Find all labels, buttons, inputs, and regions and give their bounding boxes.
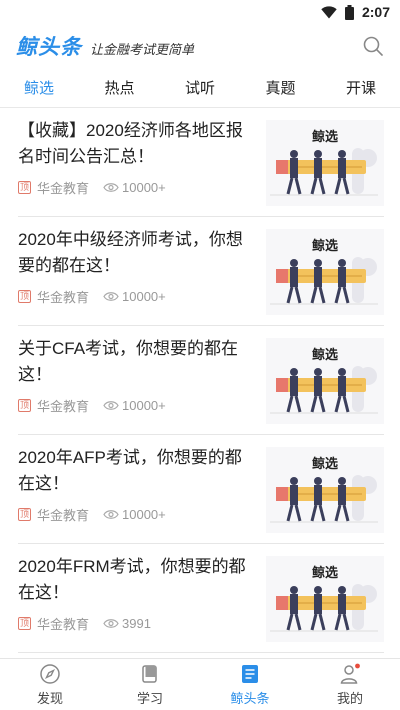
nav-study[interactable]: 学习 (100, 659, 200, 710)
nav-news-label: 鲸头条 (230, 690, 270, 706)
tab-exam-questions[interactable]: 真题 (265, 77, 295, 98)
pinned-badge-icon: 顶 (18, 399, 31, 412)
article-views: 10000+ (122, 398, 166, 413)
article-item[interactable]: 2020年中级经济师考试，你想要的都在这！ 顶华金教育 10000+ 鲸选 (18, 217, 384, 326)
article-meta: 顶华金教育 10000+ (18, 505, 166, 524)
article-source: 华金教育 (37, 508, 90, 523)
wifi-icon (321, 5, 337, 18)
article-thumbnail: 鲸选 (266, 229, 384, 315)
article-title: 2020年中级经济师考试，你想要的都在这！ (18, 230, 243, 275)
article-item[interactable]: 关于CFA考试，你想要的都在这！ 顶华金教育 10000+ 鲸选 (18, 326, 384, 435)
article-list: 【收藏】2020经济师各地区报名时间公告汇总！顶华金教育 10000+ 鲸选 2020… (0, 108, 400, 658)
compass-icon (40, 663, 60, 684)
article-thumbnail: 鲸选 (266, 120, 384, 206)
article-source: 华金教育 (37, 290, 90, 305)
article-item[interactable]: 2020年FRM考试，你想要的都在这！ 顶华金教育 3991 鲸选 (18, 544, 384, 653)
nav-study-label: 学习 (136, 690, 163, 706)
nav-profile[interactable]: 我的 (300, 659, 400, 710)
article-item[interactable]: 2020年AFP考试，你想要的都在这！ 顶华金教育 10000+ 鲸选 (18, 435, 384, 544)
nav-profile-label: 我的 (336, 690, 363, 706)
tab-hot[interactable]: 热点 (104, 77, 134, 98)
tab-trial[interactable]: 试听 (185, 77, 215, 98)
pinned-badge-icon: 顶 (18, 181, 31, 194)
search-icon[interactable] (362, 35, 384, 57)
app-slogan: 让金融考试更简单 (90, 41, 195, 57)
nav-news[interactable]: 鲸头条 (200, 659, 300, 710)
article-item[interactable]: 【收藏】2020经济师各地区报名时间公告汇总！ 顶华金教育 10000+ 鲸选 (18, 108, 384, 217)
book-icon (142, 664, 157, 683)
category-tabs: 鲸选 热点 试听 真题 开课 (0, 68, 400, 108)
article-source: 华金教育 (37, 181, 90, 196)
article-meta: 顶华金教育 10000+ (18, 396, 166, 415)
status-bar: 2:07 (0, 0, 400, 24)
article-views: 10000+ (122, 180, 166, 195)
user-icon (340, 663, 360, 684)
article-thumbnail: 鲸选 (266, 447, 384, 533)
article-title: 关于CFA考试，你想要的都在这！ (18, 339, 239, 384)
article-meta: 顶华金教育 10000+ (18, 178, 166, 197)
app-header: 鲸头条 让金融考试更简单 (0, 24, 400, 68)
article-views: 10000+ (122, 507, 166, 522)
pinned-badge-icon: 顶 (18, 617, 31, 630)
article-source: 华金教育 (37, 617, 90, 632)
article-thumbnail: 鲸选 (266, 556, 384, 642)
pinned-badge-icon: 顶 (18, 290, 31, 303)
article-views: 3991 (122, 616, 151, 631)
bottom-nav: 发现 学习 鲸头条 我的 (0, 658, 400, 710)
app-logo: 鲸头条 (16, 36, 82, 59)
eye-icon (103, 292, 119, 301)
status-time: 2:07 (361, 4, 390, 20)
article-meta: 顶华金教育 3991 (18, 614, 151, 633)
article-title: 2020年AFP考试，你想要的都在这！ (18, 448, 242, 493)
article-meta: 顶华金教育 10000+ (18, 287, 166, 306)
eye-icon (103, 401, 119, 410)
tab-jingxuan[interactable]: 鲸选 (24, 77, 54, 98)
pinned-badge-icon: 顶 (18, 508, 31, 521)
news-icon (242, 664, 258, 683)
article-title: 【收藏】2020经济师各地区报名时间公告汇总！ (18, 121, 243, 166)
article-title: 2020年FRM考试，你想要的都在这！ (18, 557, 246, 602)
battery-icon (344, 4, 354, 20)
eye-icon (103, 510, 119, 519)
article-views: 10000+ (122, 289, 166, 304)
tab-courses[interactable]: 开课 (346, 77, 376, 98)
article-thumbnail: 鲸选 (266, 338, 384, 424)
nav-discover-label: 发现 (36, 690, 63, 706)
nav-discover[interactable]: 发现 (0, 659, 100, 710)
article-source: 华金教育 (37, 399, 90, 414)
eye-icon (103, 619, 119, 628)
eye-icon (103, 183, 119, 192)
